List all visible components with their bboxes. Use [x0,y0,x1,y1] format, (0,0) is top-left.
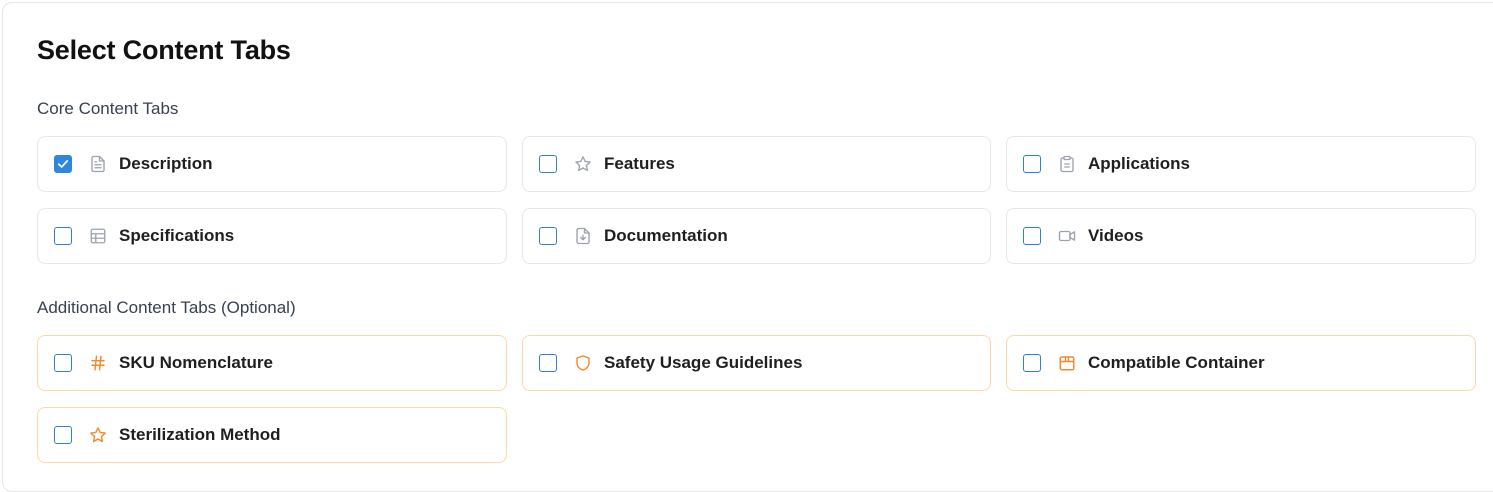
tab-option-label: Videos [1088,226,1144,245]
tab-option-label: Specifications [119,226,235,245]
tab-option-label: Description [119,154,213,173]
tab-option-label: Safety Usage Guidelines [604,353,803,372]
tab-option-features[interactable]: Features [522,136,991,192]
document-icon [89,155,107,173]
tab-option-description[interactable]: Description [37,136,507,192]
checkbox-compatible-container[interactable] [1023,354,1041,372]
content-tabs-panel: Select Content Tabs Core Content Tabs De… [2,2,1493,492]
checkmark-icon [57,160,69,168]
tab-option-specifications[interactable]: Specifications [37,208,507,264]
tab-option-videos[interactable]: Videos [1006,208,1476,264]
checkbox-description[interactable] [54,155,72,173]
tab-option-label: Documentation [604,226,728,245]
checkbox-sterilization-method[interactable] [54,426,72,444]
tab-option-label: SKU Nomenclature [119,353,273,372]
tab-option-label: Compatible Container [1088,353,1265,372]
tab-option-label: Applications [1088,154,1191,173]
shield-icon [574,354,592,372]
checkbox-documentation[interactable] [539,227,557,245]
tab-option-applications[interactable]: Applications [1006,136,1476,192]
checkbox-specifications[interactable] [54,227,72,245]
core-section-heading: Core Content Tabs [37,99,179,118]
checkbox-videos[interactable] [1023,227,1041,245]
clipboard-icon [1058,155,1076,173]
checkbox-safety-usage-guidelines[interactable] [539,354,557,372]
tab-option-sku-nomenclature[interactable]: SKU Nomenclature [37,335,507,391]
package-icon [1058,354,1076,372]
tab-option-label: Features [604,154,675,173]
page-title: Select Content Tabs [37,35,291,65]
additional-tabs-grid: SKU Nomenclature Safety Usage Guidelines… [37,335,1476,463]
tab-option-label: Sterilization Method [119,425,281,444]
tab-option-sterilization-method[interactable]: Sterilization Method [37,407,507,463]
checkbox-sku-nomenclature[interactable] [54,354,72,372]
additional-section-heading: Additional Content Tabs (Optional) [37,298,296,317]
file-download-icon [574,227,592,245]
table-icon [89,227,107,245]
tab-option-safety-usage-guidelines[interactable]: Safety Usage Guidelines [522,335,991,391]
core-tabs-grid: Description Features Applications Specif… [37,136,1476,264]
tab-option-documentation[interactable]: Documentation [522,208,991,264]
tab-option-compatible-container[interactable]: Compatible Container [1006,335,1476,391]
star-icon [574,155,592,173]
star-icon [89,426,107,444]
checkbox-applications[interactable] [1023,155,1041,173]
checkbox-features[interactable] [539,155,557,173]
hash-icon [89,354,107,372]
video-camera-icon [1058,227,1076,245]
